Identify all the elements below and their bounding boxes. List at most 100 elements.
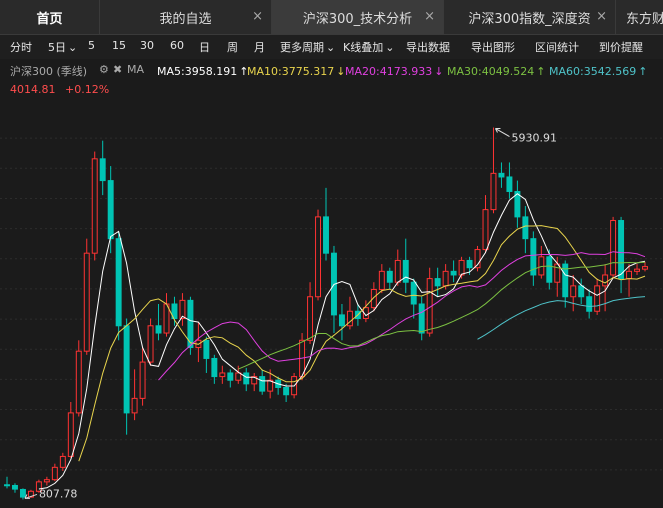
toolbar-item-label: 5 — [88, 39, 95, 52]
min-annotation-label: 807.78 — [39, 487, 77, 500]
ma-value: MA60:3542.569 — [549, 65, 637, 78]
toolbar-item-4[interactable]: 30 — [140, 39, 154, 52]
candle — [458, 256, 465, 279]
candle — [243, 367, 250, 392]
candle-body — [578, 285, 585, 298]
toolbar-item-9[interactable]: 更多周期 ⌄ — [280, 39, 335, 55]
candle — [434, 267, 441, 297]
toolbar-item-8[interactable]: 月 — [254, 39, 265, 55]
candle-body — [51, 466, 58, 481]
candle — [578, 278, 585, 304]
price-value: 4014.81 — [10, 83, 56, 96]
candle — [75, 340, 82, 417]
candle — [147, 318, 154, 366]
toolbar-item-6[interactable]: 日 — [199, 39, 210, 55]
candle — [490, 127, 497, 214]
candle-body — [490, 172, 497, 211]
ma-item-4: MA60:3542.569 ↑ — [549, 65, 647, 78]
candle-body — [370, 288, 377, 309]
candle — [410, 278, 417, 319]
toolbar-item-13[interactable]: 区间统计 — [535, 39, 579, 55]
candle — [338, 304, 345, 341]
arrow-up-icon: ↑ — [638, 65, 648, 78]
ma-item-1: MA10:3775.317 ↓ — [247, 65, 345, 78]
candle-body — [115, 238, 122, 327]
toolbar-item-2[interactable]: 5 — [88, 39, 95, 52]
candle-body — [323, 216, 329, 254]
candle — [474, 245, 481, 272]
candlestick-chart[interactable]: 5930.91 807.78 — [0, 100, 663, 508]
candle-body — [43, 479, 50, 483]
candle-group — [4, 127, 648, 500]
tab-0[interactable]: 首页 — [0, 0, 100, 34]
toolbar-item-5[interactable]: 60 — [170, 39, 184, 52]
candle — [626, 264, 633, 297]
tab-4[interactable]: 东方财富 — [616, 0, 663, 34]
toolbar-item-label: K线叠加 — [343, 41, 384, 54]
current-price: 4014.81 +0.12% — [10, 83, 109, 96]
tab-label: 沪深300_技术分析 — [302, 11, 413, 27]
candle — [562, 260, 569, 308]
candle — [83, 238, 90, 355]
candle — [43, 476, 50, 486]
ma-line-60 — [477, 296, 646, 340]
candle — [155, 304, 162, 341]
tab-3[interactable]: 沪深300指数_深度资 × — [444, 0, 616, 34]
candle — [323, 187, 329, 261]
toolbar-item-0[interactable]: 分时 — [10, 39, 32, 55]
close-icon[interactable]: ✖ — [113, 63, 122, 76]
candle-body — [618, 220, 625, 280]
candle-body — [442, 270, 449, 287]
candle — [450, 260, 457, 283]
candle-body — [450, 270, 457, 276]
candle — [283, 383, 290, 402]
candle — [514, 180, 521, 228]
candle — [331, 245, 337, 334]
candle — [115, 231, 122, 341]
candle — [123, 318, 130, 435]
candle-body — [338, 314, 345, 327]
close-icon[interactable]: × — [424, 9, 435, 24]
candle — [610, 216, 617, 279]
gear-icon[interactable]: ⚙ — [99, 63, 109, 76]
toolbar-item-label: 更多周期 — [280, 41, 324, 54]
toolbar-item-11[interactable]: 导出数据 — [406, 39, 450, 55]
toolbar-item-14[interactable]: 到价提醒 — [599, 39, 643, 55]
ma-label: MA — [127, 63, 145, 76]
candle — [259, 369, 266, 395]
ma-item-3: MA30:4049.524 ↑ — [447, 65, 545, 78]
ma-item-2: MA20:4173.933 ↓ — [345, 65, 443, 78]
arrow-down-icon: ↓ — [434, 65, 444, 78]
symbol-label: 沪深300 (季线) — [10, 65, 88, 78]
tab-2[interactable]: 沪深300_技术分析 × — [272, 0, 444, 34]
toolbar-item-3[interactable]: 15 — [112, 39, 126, 52]
toolbar-item-1[interactable]: 5日 ⌄ — [48, 39, 77, 55]
candle-body — [91, 158, 98, 254]
candle-body — [522, 216, 529, 240]
candle-body — [155, 325, 162, 334]
chevron-down-icon: ⌄ — [385, 41, 395, 54]
candle — [618, 216, 625, 294]
candle — [522, 206, 529, 254]
close-icon[interactable]: × — [252, 9, 263, 24]
toolbar-item-7[interactable]: 周 — [227, 39, 238, 55]
tab-1[interactable]: 我的自选 × — [100, 0, 272, 34]
tab-label: 我的自选 — [159, 11, 212, 27]
candle — [482, 195, 489, 254]
toolbar-item-10[interactable]: K线叠加 ⌄ — [343, 39, 394, 55]
candle — [538, 245, 545, 279]
close-icon[interactable]: × — [596, 9, 607, 24]
candle-body — [506, 176, 513, 192]
candle-body — [107, 180, 114, 240]
candle-body — [482, 209, 489, 251]
candle-body — [19, 488, 26, 498]
candle — [346, 296, 353, 330]
candle-body — [147, 325, 154, 363]
candle — [139, 347, 146, 406]
candle-body — [219, 372, 226, 378]
arrow-up-icon: ↑ — [536, 65, 546, 78]
ma-value: MA5:3958.191 — [157, 65, 238, 78]
toolbar-item-12[interactable]: 导出图形 — [471, 39, 515, 55]
ma-item-0: MA5:3958.191 ↑ — [157, 65, 248, 78]
ma-value: MA30:4049.524 — [447, 65, 535, 78]
